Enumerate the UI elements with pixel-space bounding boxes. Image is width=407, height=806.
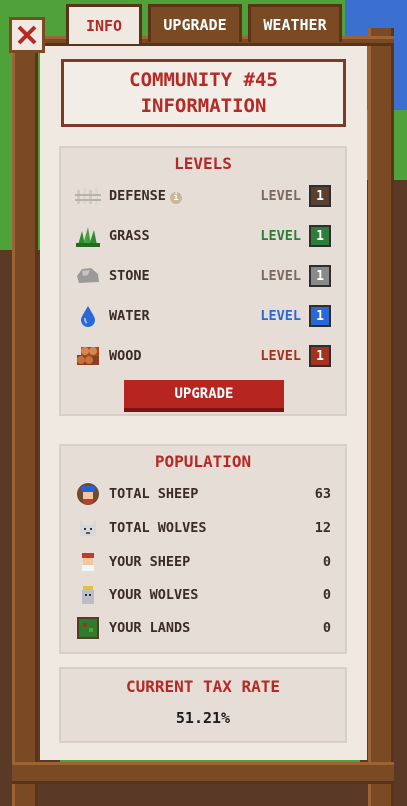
- tax-heading: CURRENT TAX RATE: [125, 677, 281, 696]
- land-icon: [75, 617, 101, 639]
- population-value: 0: [322, 587, 331, 603]
- tab-upgrade[interactable]: UPGRADE: [148, 4, 242, 42]
- tax-card: CURRENT TAX RATE 51.21%: [59, 667, 347, 743]
- level-word-defense: LEVEL: [260, 188, 301, 204]
- water-drop-icon: [75, 305, 101, 327]
- tab-info-label: INFO: [85, 16, 123, 35]
- level-badge-defense: 1: [309, 185, 331, 207]
- frame-right-post: [368, 28, 394, 806]
- level-name-wood: WOOD: [109, 348, 142, 364]
- tab-weather[interactable]: WEATHER: [248, 4, 342, 42]
- title-line-2: INFORMATION: [140, 95, 267, 117]
- shepherd-avatar-icon: [75, 483, 101, 505]
- level-row-water: WATER LEVEL 1: [75, 302, 331, 330]
- level-row-wood: WOOD LEVEL 1: [75, 342, 331, 370]
- panel-title: COMMUNITY #45 INFORMATION: [61, 59, 346, 127]
- tab-info[interactable]: INFO: [66, 4, 142, 44]
- levels-heading: LEVELS: [174, 154, 232, 173]
- level-name-defense: DEFENSE: [109, 188, 166, 204]
- close-button[interactable]: [9, 17, 45, 53]
- fence-icon: [75, 185, 101, 207]
- wolf-small-icon: [75, 584, 101, 606]
- level-name-water: WATER: [109, 308, 150, 324]
- population-label: YOUR LANDS: [109, 620, 191, 636]
- title-line-1: COMMUNITY #45: [129, 69, 278, 91]
- population-label: TOTAL SHEEP: [109, 486, 199, 502]
- sheep-small-icon: [75, 551, 101, 573]
- level-word-water: LEVEL: [260, 308, 301, 324]
- level-badge-wood: 1: [309, 345, 331, 367]
- population-value: 0: [322, 620, 331, 636]
- population-label: YOUR WOLVES: [109, 587, 199, 603]
- level-name-grass: GRASS: [109, 228, 150, 244]
- level-badge-grass: 1: [309, 225, 331, 247]
- tax-rate-value: 51.21%: [175, 709, 231, 727]
- level-word-wood: LEVEL: [260, 348, 301, 364]
- population-label: YOUR SHEEP: [109, 554, 191, 570]
- population-row: TOTAL WOLVES 12: [75, 514, 331, 542]
- population-value: 0: [322, 554, 331, 570]
- level-badge-stone: 1: [309, 265, 331, 287]
- population-value: 12: [314, 520, 331, 536]
- population-label: TOTAL WOLVES: [109, 520, 207, 536]
- population-row: YOUR SHEEP 0: [75, 548, 331, 576]
- frame-bottom-beam: [12, 762, 394, 784]
- levels-card: LEVELS DEFENSE i LEVEL 1 GRASS LEVEL 1 ST…: [59, 146, 347, 416]
- info-panel: COMMUNITY #45 INFORMATION LEVELS DEFENSE…: [40, 42, 367, 760]
- grass-icon: [75, 225, 101, 247]
- stone-icon: [75, 265, 101, 287]
- tab-weather-label: WEATHER: [263, 15, 327, 34]
- close-icon: [17, 25, 37, 45]
- level-row-stone: STONE LEVEL 1: [75, 262, 331, 290]
- info-icon[interactable]: i: [169, 192, 182, 204]
- population-row: TOTAL SHEEP 63: [75, 480, 331, 508]
- level-badge-water: 1: [309, 305, 331, 327]
- tab-upgrade-label: UPGRADE: [163, 15, 227, 34]
- population-row: YOUR WOLVES 0: [75, 581, 331, 609]
- level-row-grass: GRASS LEVEL 1: [75, 222, 331, 250]
- wood-logs-icon: [75, 345, 101, 367]
- frame-left-post: [12, 28, 38, 806]
- population-value: 63: [314, 486, 331, 502]
- population-heading: POPULATION: [154, 452, 252, 471]
- population-row: YOUR LANDS 0: [75, 614, 331, 642]
- population-card: POPULATION TOTAL SHEEP 63 TOTAL WOLVES 1…: [59, 444, 347, 654]
- upgrade-button[interactable]: UPGRADE: [124, 380, 284, 412]
- wolf-avatar-icon: [75, 517, 101, 539]
- level-word-grass: LEVEL: [260, 228, 301, 244]
- level-name-stone: STONE: [109, 268, 150, 284]
- level-word-stone: LEVEL: [260, 268, 301, 284]
- level-row-defense: DEFENSE i LEVEL 1: [75, 182, 331, 210]
